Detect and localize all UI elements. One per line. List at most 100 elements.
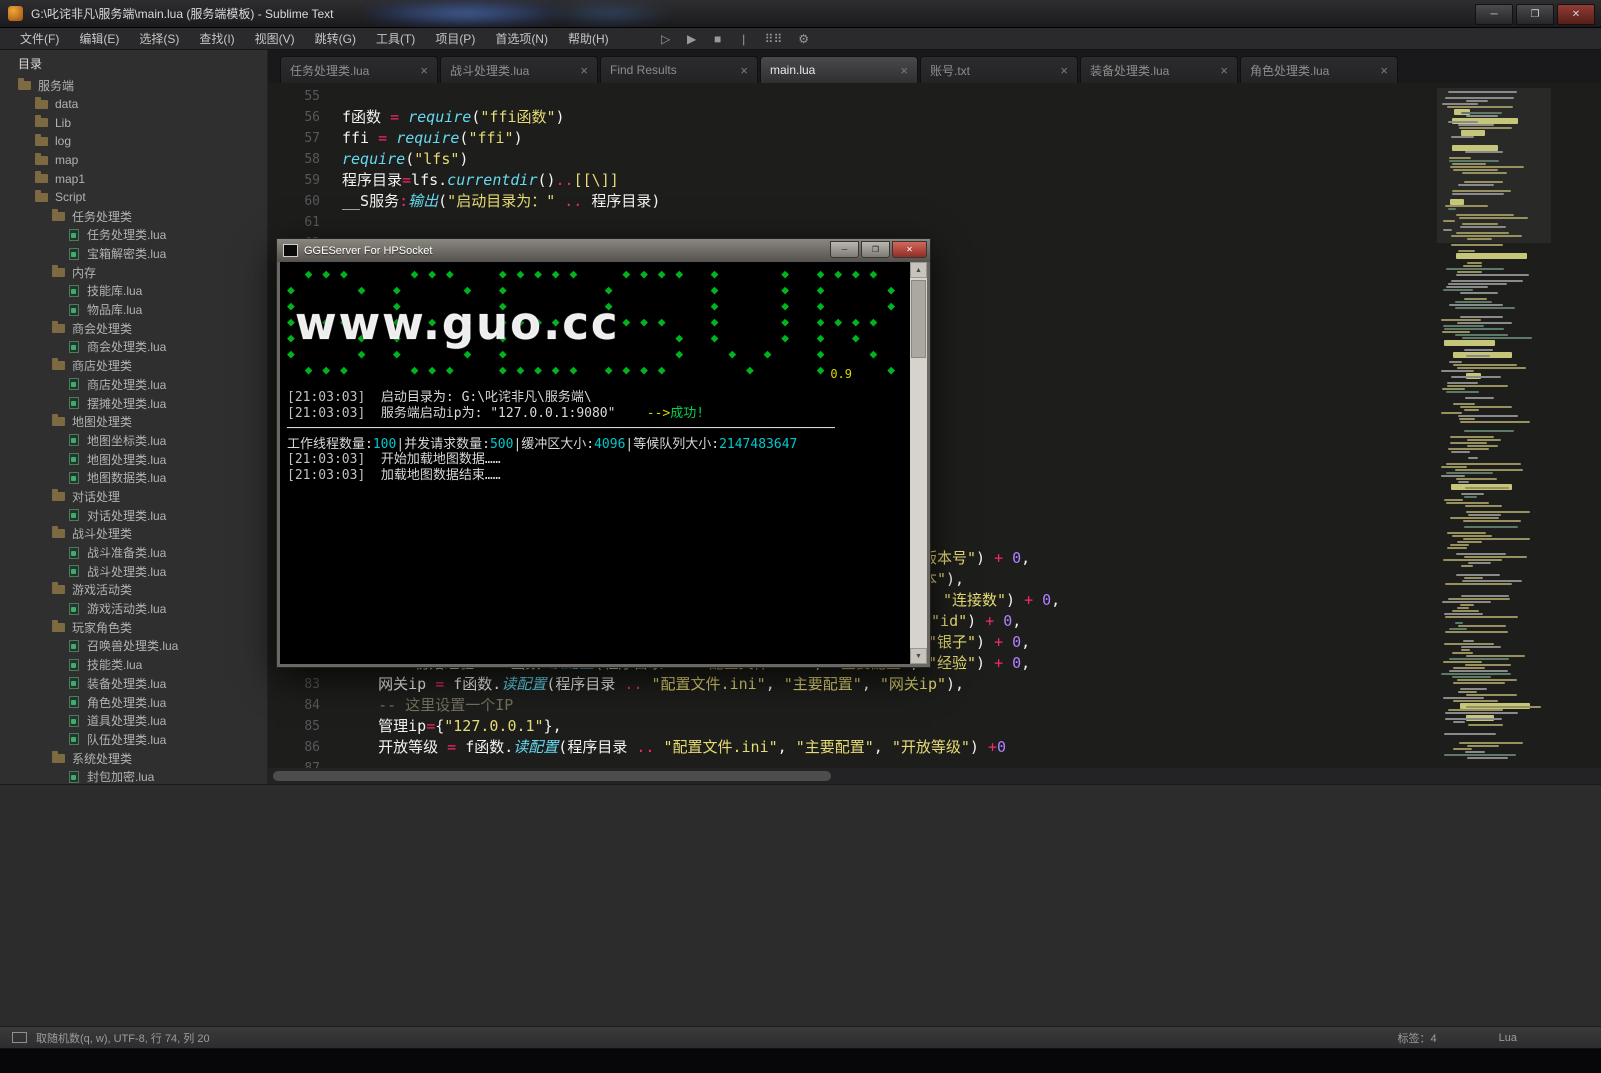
tab[interactable]: 战斗处理类.lua× — [440, 56, 598, 83]
tab-close-icon[interactable]: × — [420, 63, 428, 78]
minimap-bar — [1453, 364, 1517, 366]
scroll-up-arrow-icon[interactable]: ▲ — [910, 262, 927, 278]
minimap-bar — [1447, 385, 1508, 387]
run-icon[interactable]: ▶ — [687, 32, 697, 46]
tree-item[interactable]: Script — [0, 188, 267, 207]
tree-item[interactable]: data — [0, 95, 267, 114]
tree-item[interactable]: 游戏活动类.lua — [0, 599, 267, 618]
tree-item-label: Script — [55, 190, 86, 204]
tree-item[interactable]: 服务端 — [0, 76, 267, 95]
scroll-down-arrow-icon[interactable]: ▼ — [910, 648, 927, 664]
menu-item[interactable]: 工具(T) — [366, 30, 425, 47]
tree-item[interactable]: 战斗处理类 — [0, 525, 267, 544]
console-titlebar[interactable]: GGEServer For HPSocket ─❐✕ — [277, 239, 930, 262]
tree-item[interactable]: 技能类.lua — [0, 655, 267, 674]
text-segment: 工作线程数量: — [287, 437, 373, 452]
tab[interactable]: 角色处理类.lua× — [1240, 56, 1398, 83]
tab-close-icon[interactable]: × — [1060, 63, 1068, 78]
tree-item[interactable]: 物品库.lua — [0, 300, 267, 319]
tree-item[interactable]: 队伍处理类.lua — [0, 730, 267, 749]
tree-item[interactable]: Lib — [0, 113, 267, 132]
menu-item[interactable]: 文件(F) — [10, 30, 69, 47]
tab-label: main.lua — [770, 63, 894, 77]
menu-item[interactable]: 帮助(H) — [558, 30, 619, 47]
tree-item[interactable]: 系统处理类 — [0, 749, 267, 768]
close-button[interactable]: ✕ — [1557, 4, 1595, 25]
tree-item[interactable]: 召唤兽处理类.lua — [0, 637, 267, 656]
tree-item[interactable]: 地图坐标类.lua — [0, 431, 267, 450]
tree-item[interactable]: 地图数据类.lua — [0, 468, 267, 487]
tree-item[interactable]: 战斗处理类.lua — [0, 562, 267, 581]
run-outline-icon[interactable]: ▷ — [661, 32, 671, 46]
tab-close-icon[interactable]: × — [740, 63, 748, 78]
console-maximize-button[interactable]: ❐ — [861, 241, 890, 258]
text-segment: ) — [976, 654, 994, 672]
layout-grid-icon[interactable]: ⠿⠿ — [765, 32, 783, 46]
text-segment: 程序目录 — [342, 171, 402, 189]
tree-item[interactable]: map1 — [0, 169, 267, 188]
minimap-bar — [1451, 244, 1503, 246]
menu-item[interactable]: 查找(I) — [189, 30, 244, 47]
console-scrollbar[interactable]: ▲ ▼ — [910, 262, 927, 664]
minimap[interactable] — [1437, 88, 1551, 764]
tab[interactable]: 装备处理类.lua× — [1080, 56, 1238, 83]
tree-item[interactable]: 任务处理类 — [0, 207, 267, 226]
status-syntax[interactable]: Lua — [1499, 1032, 1517, 1044]
text-segment: 0 — [1042, 591, 1051, 609]
tree-item[interactable]: log — [0, 132, 267, 151]
tree-item[interactable]: 任务处理类.lua — [0, 226, 267, 245]
console-window[interactable]: GGEServer For HPSocket ─❐✕ ◆ ◆ ◆ ◆ ◆ ◆ ◆… — [276, 238, 931, 668]
tree-item[interactable]: 对话处理类.lua — [0, 506, 267, 525]
menu-item[interactable]: 项目(P) — [425, 30, 485, 47]
minimap-bar — [1457, 541, 1482, 543]
tree-item[interactable]: 地图处理类.lua — [0, 450, 267, 469]
tab-close-icon[interactable]: × — [900, 63, 908, 78]
minimap-bar — [1463, 265, 1482, 267]
tree-item[interactable]: 技能库.lua — [0, 282, 267, 301]
tree-item[interactable]: map — [0, 151, 267, 170]
text-segment: 0 — [997, 738, 1006, 756]
tab-close-icon[interactable]: × — [580, 63, 588, 78]
menu-item[interactable]: 跳转(G) — [305, 30, 366, 47]
console-close-button[interactable]: ✕ — [892, 241, 927, 258]
tree-item[interactable]: 摆摊处理类.lua — [0, 394, 267, 413]
tree-item[interactable]: 宝箱解密类.lua — [0, 244, 267, 263]
tab-close-icon[interactable]: × — [1380, 63, 1388, 78]
tab[interactable]: Find Results× — [600, 56, 758, 83]
tab[interactable]: 任务处理类.lua× — [280, 56, 438, 83]
tree-item[interactable]: 战斗准备类.lua — [0, 543, 267, 562]
tree-item[interactable]: 游戏活动类 — [0, 581, 267, 600]
panel-toggle-icon[interactable] — [12, 1032, 27, 1043]
tree-item[interactable]: 商店处理类.lua — [0, 375, 267, 394]
tab-close-icon[interactable]: × — [1220, 63, 1228, 78]
tree-item[interactable]: 道具处理类.lua — [0, 711, 267, 730]
horizontal-scrollbar[interactable] — [268, 768, 1601, 784]
minimize-button[interactable]: ─ — [1475, 4, 1513, 25]
maximize-button[interactable]: ❐ — [1516, 4, 1554, 25]
tab[interactable]: 账号.txt× — [920, 56, 1078, 83]
tree-item[interactable]: 玩家角色类 — [0, 618, 267, 637]
horizontal-scrollbar-thumb[interactable] — [273, 771, 831, 781]
tree-item[interactable]: 商会处理类.lua — [0, 338, 267, 357]
settings-gear-icon[interactable]: ⚙ — [798, 32, 809, 46]
tree-item[interactable]: 内存 — [0, 263, 267, 282]
menu-item[interactable]: 选择(S) — [129, 30, 189, 47]
menu-item[interactable]: 视图(V) — [245, 30, 305, 47]
stop-icon[interactable]: ■ — [713, 32, 723, 46]
tree-item[interactable]: 商店处理类 — [0, 356, 267, 375]
tab[interactable]: main.lua × — [760, 56, 918, 83]
tree-item[interactable]: 对话处理 — [0, 487, 267, 506]
tree-item[interactable]: 封包加密.lua — [0, 767, 267, 784]
console-minimize-button[interactable]: ─ — [830, 241, 859, 258]
status-tab-count[interactable]: 标签：4 — [1398, 1030, 1437, 1046]
tree-item[interactable]: 商会处理类 — [0, 319, 267, 338]
tree-item[interactable]: 角色处理类.lua — [0, 693, 267, 712]
console-scrollbar-thumb[interactable] — [911, 280, 926, 358]
tree-item[interactable]: 地图处理类 — [0, 412, 267, 431]
minimap-bar — [1444, 733, 1496, 735]
text-segment: 程序目录) — [582, 192, 660, 210]
menu-item[interactable]: 首选项(N) — [485, 30, 558, 47]
menu-item[interactable]: 编辑(E) — [69, 30, 129, 47]
tree-item[interactable]: 装备处理类.lua — [0, 674, 267, 693]
minimap-bar — [1450, 436, 1494, 438]
